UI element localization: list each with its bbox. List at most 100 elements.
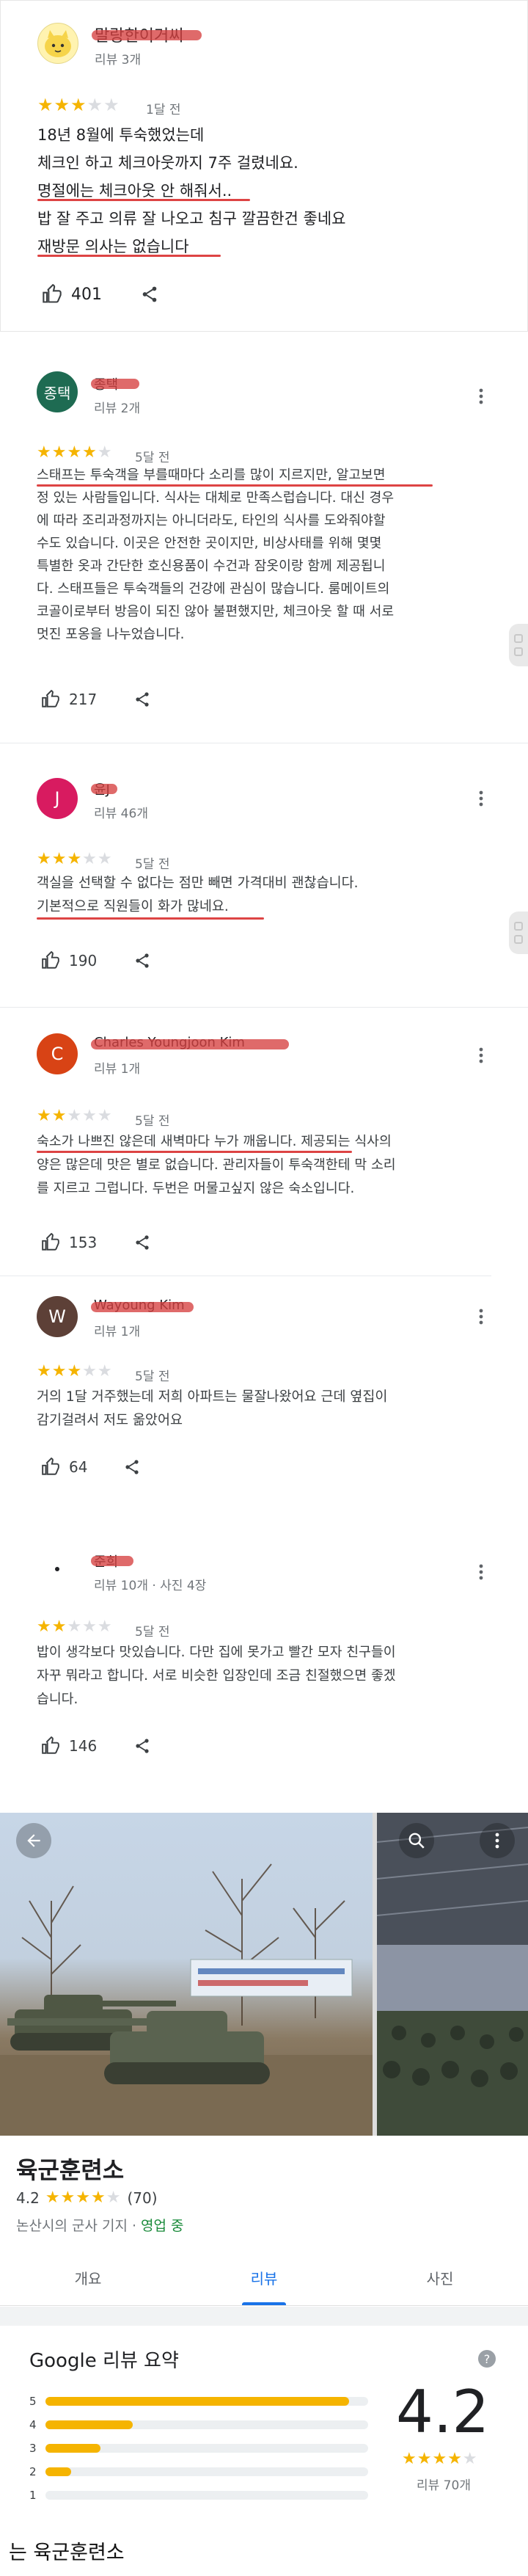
separator: ·: [127, 2218, 142, 2234]
bar-track: [45, 2491, 368, 2500]
like-button[interactable]: 190: [41, 951, 97, 970]
avatar[interactable]: C: [37, 1033, 78, 1074]
review-line: 스태프는 투숙객을 부를때마다 소리를 많이 지르지만, 알고보면: [37, 467, 386, 483]
summary-review-count[interactable]: 리뷰 70개: [417, 2475, 471, 2493]
review-item: J 윤J 리뷰 46개 ★★★★★ 5달 전 객실을 선택할 수 없다는 점만 …: [0, 749, 528, 998]
divider: [0, 1007, 528, 1008]
share-button[interactable]: [123, 1458, 141, 1477]
place-photo[interactable]: [0, 1813, 373, 2136]
share-button[interactable]: [133, 951, 151, 970]
share-button[interactable]: [140, 284, 159, 305]
more-options-button[interactable]: [477, 1308, 485, 1325]
average-rating: 4.2: [396, 2378, 490, 2446]
rating-bar-row[interactable]: 5: [29, 2394, 368, 2409]
rating-value: 4.2: [16, 2188, 40, 2207]
open-status: 영업 중: [141, 2218, 184, 2234]
avatar[interactable]: [37, 1549, 78, 1590]
review-line: 에 따라 조리과정까지는 아니더라도, 타인의 식사를 도와줘야할: [37, 513, 386, 528]
like-button[interactable]: 401: [42, 284, 102, 305]
review-line: 코골이로부터 방음이 되진 않아 불편했지만, 체크아웃 할 때 서로: [37, 604, 395, 619]
review-count: 리뷰 1개: [94, 1325, 141, 1339]
more-options-button[interactable]: [477, 790, 485, 807]
caption: 는 육군훈련소: [9, 2542, 125, 2564]
avatar[interactable]: [37, 23, 78, 64]
place-title: 육군훈련소: [16, 2156, 125, 2184]
photo-gallery[interactable]: [0, 1813, 528, 2136]
like-button[interactable]: 217: [41, 690, 97, 709]
rating-stars: ★★★★★: [37, 95, 120, 115]
bar-track: [45, 2467, 368, 2476]
summary-stars-filled: ★★★★: [402, 2450, 463, 2468]
scroll-handle[interactable]: [509, 624, 528, 666]
like-button[interactable]: 153: [41, 1233, 97, 1252]
place-photo[interactable]: [377, 1813, 528, 2136]
bar-label: 5: [29, 2395, 37, 2408]
review-line: 양은 많은데 맛은 별로 없습니다. 관리자들이 투숙객한테 막 소리: [37, 1157, 396, 1173]
like-button[interactable]: 64: [41, 1458, 87, 1477]
more-vert-icon: [479, 388, 483, 404]
more-options-button[interactable]: [480, 1823, 515, 1858]
share-button[interactable]: [133, 690, 151, 709]
like-button[interactable]: 146: [41, 1736, 97, 1755]
tab-photos[interactable]: 사진: [352, 2249, 528, 2306]
review-line: 멋진 포옹을 나누었습니다.: [37, 627, 185, 642]
category-text: 논산시의 군사 기지: [16, 2218, 128, 2234]
share-button[interactable]: [133, 1233, 151, 1252]
more-options-button[interactable]: [477, 1563, 485, 1581]
review-count: 리뷰 3개: [95, 53, 142, 68]
review-line: 밥이 생각보다 맛있습니다. 다만 집에 못가고 빨간 모자 친구들이: [37, 1645, 396, 1660]
more-options-button[interactable]: [477, 388, 485, 405]
review-text: 18년 8월에 투숙했었는데 체크인 하고 체크아웃까지 7주 걸렸네요. 명절…: [37, 121, 345, 261]
review-line: 체크인 하고 체크아웃까지 7주 걸렸네요.: [37, 154, 298, 172]
avatar[interactable]: J: [37, 778, 78, 819]
place-rating[interactable]: 4.2 ★★★★★ (70): [16, 2188, 158, 2207]
rating-stars: ★★★★★: [45, 2188, 122, 2207]
review-date: 5달 전: [135, 1625, 170, 1640]
help-icon[interactable]: ?: [478, 2350, 496, 2368]
tab-overview[interactable]: 개요: [0, 2249, 176, 2306]
bar-fill: [45, 2444, 100, 2453]
share-icon: [136, 1235, 149, 1250]
tab-reviews[interactable]: 리뷰: [176, 2249, 352, 2306]
review-line: 기본적으로 직원들이 화가 많네요.: [37, 899, 229, 914]
share-button[interactable]: [133, 1736, 151, 1755]
review-line: 거의 1달 거주했는데 저희 아파트는 물잘나왔어요 근데 옆집이: [37, 1389, 388, 1405]
review-card: 말랑한이거씨 리뷰 3개 ★★★★★ 1달 전 18년 8월에 투숙했었는데 체…: [0, 0, 528, 332]
search-button[interactable]: [399, 1823, 434, 1858]
review-count: 리뷰 1개: [94, 1062, 141, 1077]
name-redaction: [91, 1556, 133, 1566]
bar-label: 3: [29, 2442, 37, 2455]
review-item: 종택 종택 리뷰 2개 ★★★★★ 5달 전 스태프는 투숙객을 부를때마다 소…: [0, 345, 528, 741]
rating-stars: ★★★★★: [37, 1107, 113, 1125]
hall-photo-illustration: [377, 1813, 528, 2136]
section-gap: [0, 2307, 528, 2326]
review-line: 다. 스태프들은 투숙객들의 건강에 관심이 많습니다. 룸메이트의: [37, 581, 390, 597]
rating-bar-row[interactable]: 1: [29, 2488, 368, 2503]
more-vert-icon: [479, 1564, 483, 1580]
share-icon: [136, 692, 149, 707]
bar-fill: [45, 2420, 133, 2429]
review-text: 숙소가 나쁘진 않은데 새벽마다 누가 깨웁니다. 제공되는 식사의 양은 많은…: [37, 1130, 396, 1201]
highlight-underline: [37, 199, 250, 201]
avatar-dot: [55, 1567, 59, 1571]
review-count: 리뷰 2개: [94, 401, 141, 416]
review-text: 거의 1달 거주했는데 저희 아파트는 물잘나왔어요 근데 옆집이 감기걸려서 …: [37, 1386, 387, 1433]
name-redaction: [91, 379, 139, 389]
like-count: 153: [69, 1234, 98, 1251]
rating-bar-row[interactable]: 3: [29, 2441, 368, 2456]
highlight-underline: [37, 917, 264, 920]
bar-track: [45, 2397, 368, 2406]
avatar[interactable]: 종택: [37, 371, 78, 412]
bar-track: [45, 2444, 368, 2453]
bar-fill: [45, 2467, 72, 2476]
bar-label: 4: [29, 2418, 37, 2431]
scroll-handle[interactable]: [509, 912, 528, 954]
rating-stars: ★★★★★: [37, 850, 113, 868]
more-options-button[interactable]: [477, 1047, 485, 1064]
rating-bar-row[interactable]: 4: [29, 2417, 368, 2432]
back-button[interactable]: [16, 1823, 51, 1858]
rating-bar-row[interactable]: 2: [29, 2464, 368, 2479]
more-vert-icon: [479, 1309, 483, 1325]
avatar[interactable]: W: [37, 1296, 78, 1337]
more-vert-icon: [479, 1047, 483, 1063]
